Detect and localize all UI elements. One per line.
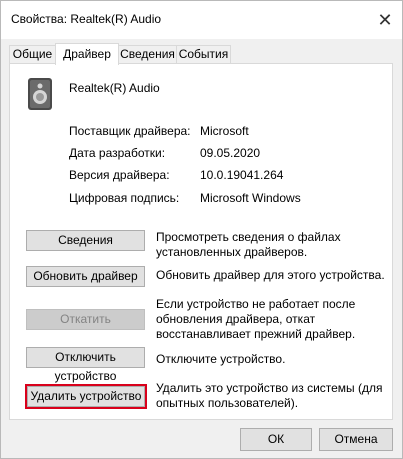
tab-details[interactable]: Сведения bbox=[118, 45, 177, 63]
info-value: Microsoft Windows bbox=[200, 191, 301, 205]
cancel-button[interactable]: Отмена bbox=[319, 428, 393, 451]
title-bar: Свойства: Realtek(R) Audio ✕ bbox=[1, 1, 402, 39]
details-description: Просмотреть сведения о файлах установлен… bbox=[156, 230, 341, 259]
rollback-button[interactable]: Откатить bbox=[26, 309, 145, 330]
disable-device-button[interactable]: Отключить устройство bbox=[26, 347, 145, 383]
speaker-icon bbox=[28, 78, 52, 110]
tab-events[interactable]: События bbox=[176, 45, 231, 63]
info-value: 09.05.2020 bbox=[200, 146, 261, 160]
info-label: Поставщик драйвера: bbox=[69, 124, 191, 138]
info-value: Microsoft bbox=[200, 124, 249, 138]
info-label: Версия драйвера: bbox=[69, 168, 170, 182]
update-driver-button[interactable]: Обновить драйвер bbox=[26, 266, 145, 287]
update-driver-description: Обновить драйвер для этого устройства. bbox=[156, 268, 385, 282]
device-name: Realtek(R) Audio bbox=[69, 81, 160, 95]
info-label: Цифровая подпись: bbox=[69, 191, 180, 205]
tab-general[interactable]: Общие bbox=[9, 45, 56, 63]
info-value: 10.0.19041.264 bbox=[200, 168, 284, 182]
uninstall-device-description: Удалить это устройство из системы (для о… bbox=[156, 381, 383, 410]
details-button[interactable]: Сведения bbox=[26, 230, 145, 251]
info-label: Дата разработки: bbox=[69, 146, 166, 160]
close-icon[interactable]: ✕ bbox=[371, 8, 399, 32]
tab-driver[interactable]: Драйвер bbox=[55, 43, 119, 65]
uninstall-device-button[interactable]: Удалить устройство bbox=[25, 384, 147, 409]
driver-panel: Realtek(R) Audio Поставщик драйвера: Mic… bbox=[9, 63, 393, 420]
window-title: Свойства: Realtek(R) Audio bbox=[11, 12, 162, 26]
ok-button[interactable]: ОК bbox=[240, 428, 312, 451]
properties-dialog: Свойства: Realtek(R) Audio ✕ Общие Драйв… bbox=[0, 0, 403, 459]
rollback-description: Если устройство не работает после обновл… bbox=[156, 297, 356, 341]
disable-device-description: Отключите устройство. bbox=[156, 352, 286, 366]
